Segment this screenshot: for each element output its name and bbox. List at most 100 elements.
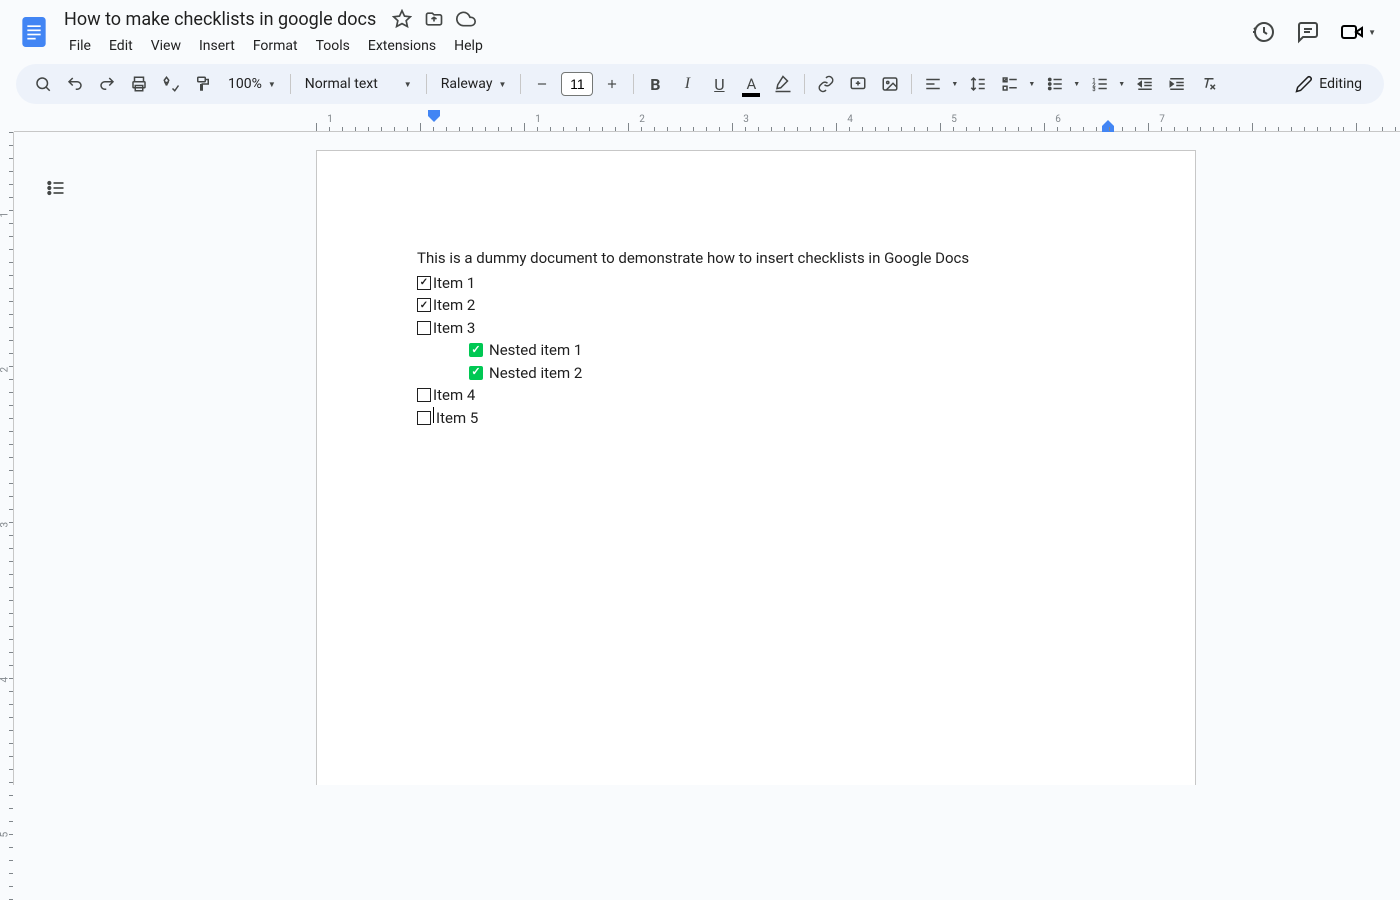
zoom-dropdown[interactable]: 100%▼ [220,72,284,96]
outline-toggle-icon[interactable] [40,172,72,204]
print-icon[interactable] [124,69,154,99]
vruler-tick [9,314,13,315]
styles-dropdown[interactable]: Normal text▼ [297,72,420,96]
text-color-icon[interactable]: A [736,69,766,99]
chevron-down-icon[interactable]: ▼ [1025,80,1038,88]
checkbox-checked-icon[interactable] [469,366,483,380]
ruler-tick [875,127,876,131]
video-call-button[interactable]: ▼ [1340,20,1376,44]
insert-image-icon[interactable] [875,69,905,99]
numbered-list-icon[interactable]: 123 [1085,69,1115,99]
menu-insert[interactable]: Insert [190,34,244,58]
font-size-input[interactable] [561,72,593,96]
document-scroll[interactable]: This is a dummy document to demonstrate … [14,132,1400,785]
checklist-item[interactable]: Item 3 [417,317,1095,340]
checkbox-checked-icon[interactable] [469,343,483,357]
editing-mode-button[interactable]: Editing [1285,71,1372,97]
ruler-tick [1148,123,1149,131]
separator [290,74,291,94]
menu-file[interactable]: File [60,34,100,58]
checklist-item-text[interactable]: Item 1 [433,272,475,295]
ruler-tick [1044,123,1045,131]
vruler-tick [9,171,13,172]
document-page[interactable]: This is a dummy document to demonstrate … [316,150,1196,785]
line-spacing-icon[interactable] [963,69,993,99]
checkbox-checked-icon[interactable] [417,298,431,312]
checklist-item-text[interactable]: Item 2 [433,294,475,317]
vruler-tick [9,587,13,588]
menu-edit[interactable]: Edit [100,34,142,58]
ruler-tick [758,127,759,131]
decrease-font-icon[interactable] [527,69,557,99]
insert-link-icon[interactable] [811,69,841,99]
page-content[interactable]: This is a dummy document to demonstrate … [417,247,1095,429]
chevron-down-icon[interactable]: ▼ [948,80,961,88]
horizontal-ruler[interactable]: 1 1 2 3 4 5 6 7 [14,112,1400,132]
vruler-tick [9,730,13,731]
zoom-value: 100% [228,76,262,92]
menu-help[interactable]: Help [445,34,492,58]
checklist-item-text[interactable]: Item 4 [433,384,475,407]
checklist-item[interactable]: Item 4 [417,384,1095,407]
ruler-tick [524,123,525,131]
chevron-down-icon[interactable]: ▼ [1115,80,1128,88]
checklist-item[interactable]: Item 2 [417,294,1095,317]
menu-extensions[interactable]: Extensions [359,34,445,58]
vruler-tick [9,574,13,575]
checkbox-unchecked-icon[interactable] [417,411,431,425]
ruler-tick [394,127,395,131]
redo-icon[interactable] [92,69,122,99]
checklist-item-text[interactable]: Item 5 [436,407,478,430]
document-title[interactable]: How to make checklists in google docs [60,7,380,32]
ruler-tick [1187,127,1188,131]
checklist-icon[interactable] [995,69,1025,99]
spellcheck-icon[interactable] [156,69,186,99]
cloud-status-icon[interactable] [456,9,476,29]
font-dropdown[interactable]: Raleway▼ [433,72,515,96]
checkbox-checked-icon[interactable] [417,276,431,290]
checkbox-unchecked-icon[interactable] [417,321,431,335]
left-indent-marker[interactable] [428,110,440,124]
paint-format-icon[interactable] [188,69,218,99]
move-to-folder-icon[interactable] [424,9,444,29]
checklist-item[interactable]: Nested item 2 [469,362,1095,385]
ruler-tick [589,127,590,131]
bold-icon[interactable]: B [640,69,670,99]
intro-text[interactable]: This is a dummy document to demonstrate … [417,247,1095,270]
vruler-tick [9,834,13,835]
vruler-tick [9,158,13,159]
menu-tools[interactable]: Tools [307,34,359,58]
checklist-item-text[interactable]: Nested item 1 [489,339,582,362]
underline-icon[interactable]: U [704,69,734,99]
ruler-tick [953,127,954,131]
comments-icon[interactable] [1296,20,1320,44]
checkbox-unchecked-icon[interactable] [417,388,431,402]
vertical-ruler[interactable]: 12345 [0,132,14,785]
increase-font-icon[interactable] [597,69,627,99]
right-indent-marker[interactable] [1102,120,1114,134]
star-icon[interactable] [392,9,412,29]
menu-view[interactable]: View [142,34,190,58]
docs-logo-icon[interactable] [16,8,52,56]
ruler-tick [329,127,330,131]
ruler-number: 1 [327,114,333,125]
checklist-item-text[interactable]: Item 3 [433,317,475,340]
decrease-indent-icon[interactable] [1130,69,1160,99]
chevron-down-icon[interactable]: ▼ [1070,80,1083,88]
menu-format[interactable]: Format [244,34,307,58]
italic-icon[interactable]: I [672,69,702,99]
ruler-tick [1083,127,1084,131]
undo-icon[interactable] [60,69,90,99]
bullet-list-icon[interactable] [1040,69,1070,99]
checklist-item-text[interactable]: Nested item 2 [489,362,582,385]
checklist-item[interactable]: Item 5 [417,407,1095,430]
checklist-item[interactable]: Item 1 [417,272,1095,295]
increase-indent-icon[interactable] [1162,69,1192,99]
highlight-icon[interactable] [768,69,798,99]
history-icon[interactable] [1252,20,1276,44]
clear-formatting-icon[interactable] [1194,69,1224,99]
checklist-item[interactable]: Nested item 1 [469,339,1095,362]
add-comment-icon[interactable] [843,69,873,99]
align-icon[interactable] [918,69,948,99]
search-menus-icon[interactable] [28,69,58,99]
